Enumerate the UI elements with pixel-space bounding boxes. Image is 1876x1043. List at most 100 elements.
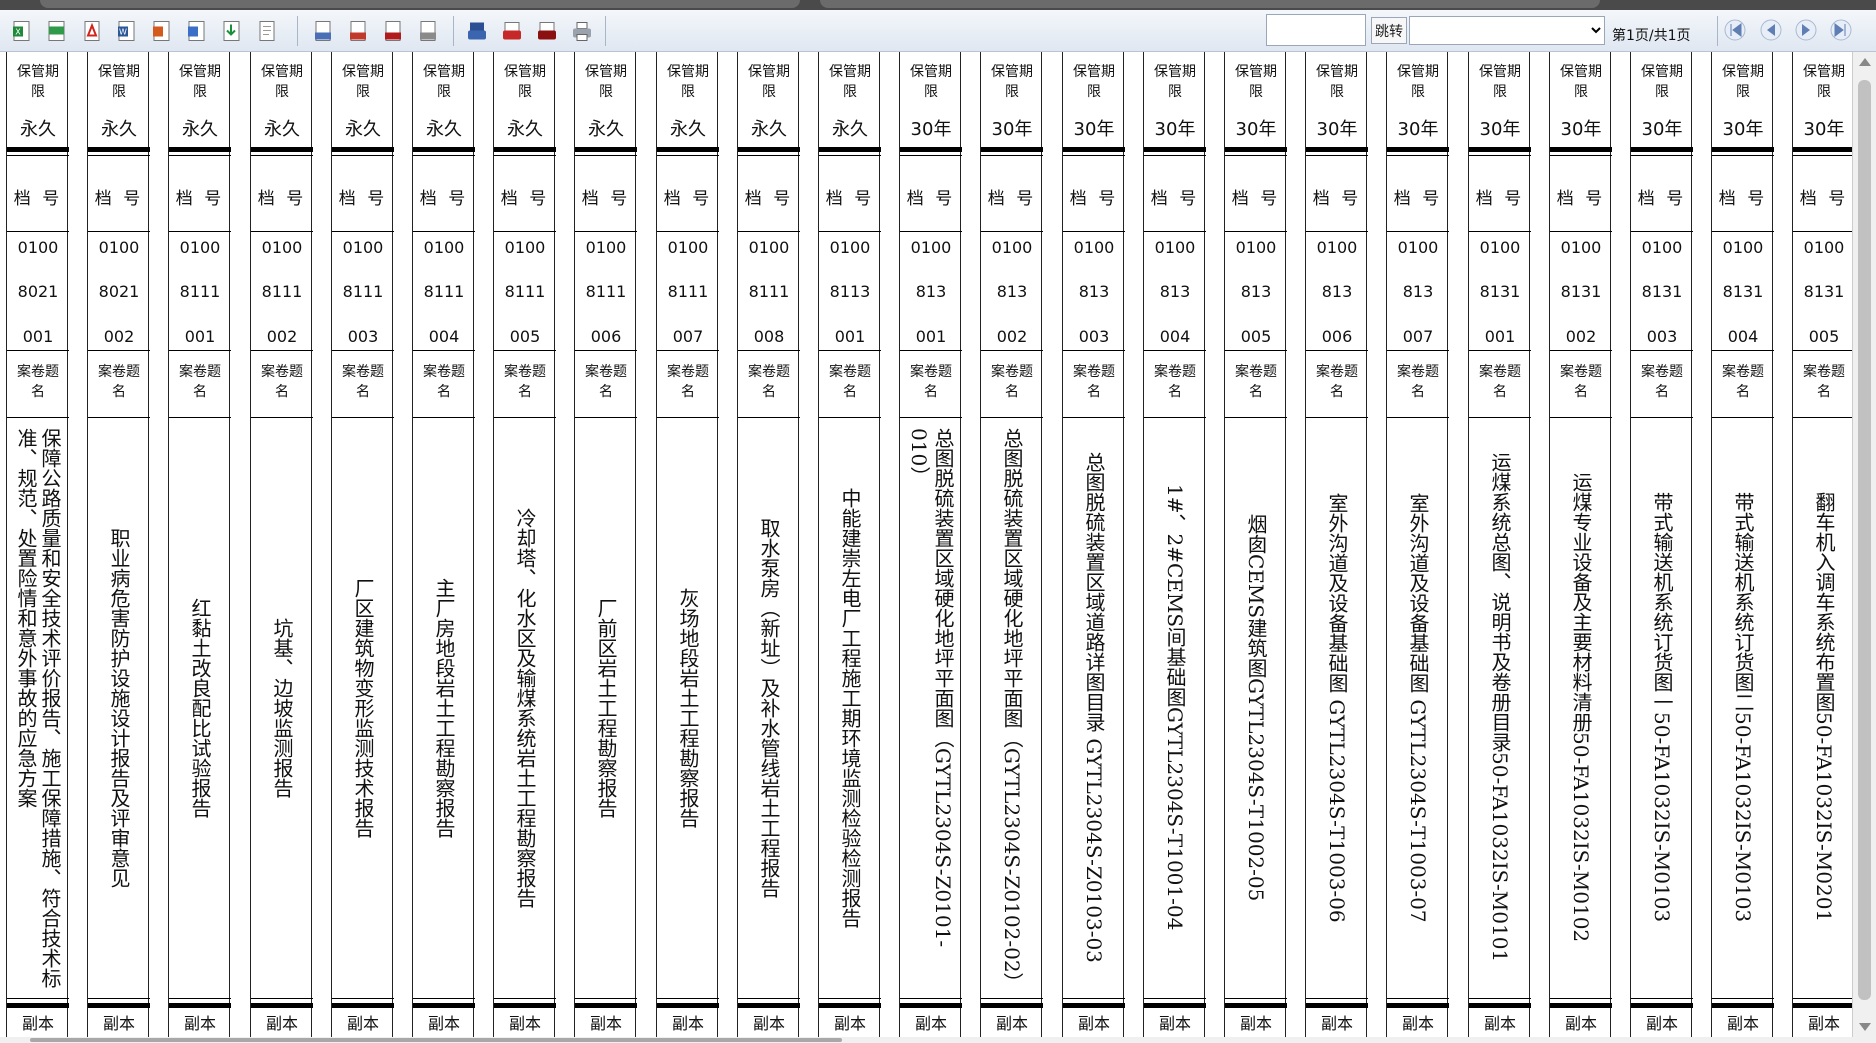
title-text-box: 室外沟道及设备基础图 GYTL2304S-T1003-07 xyxy=(1387,420,1449,995)
divider-thin xyxy=(1387,998,1449,999)
word-icon[interactable]: W xyxy=(113,16,141,46)
file-number-part-3: 007 xyxy=(1402,327,1434,346)
file-number-header: 档 号 xyxy=(1393,189,1443,209)
scroll-up-icon[interactable] xyxy=(1859,58,1871,66)
title-header: 案卷题名 xyxy=(261,364,303,400)
archive-spine-label: 保管期限 30年档 号 0100 813 004 案卷题名 1#、2#CEMS间基础图GYT… xyxy=(1143,52,1206,1037)
divider-thin xyxy=(1387,350,1449,351)
first-page-icon[interactable] xyxy=(1724,19,1746,41)
print-pdf-dark-icon[interactable] xyxy=(533,16,561,46)
pdf-icon[interactable] xyxy=(78,16,106,46)
file-number-header: 档 号 xyxy=(1799,189,1849,209)
outlook-icon[interactable] xyxy=(183,16,211,46)
print-text-icon[interactable] xyxy=(414,16,442,46)
divider-thin xyxy=(1306,998,1368,999)
page-select[interactable] xyxy=(1409,16,1605,45)
retention-value: 永久 xyxy=(426,119,462,140)
prev-page-icon[interactable] xyxy=(1760,19,1782,41)
divider-thin xyxy=(251,350,313,351)
title-text-box: 1#、2#CEMS间基础图GYTL2304S-T1001-04 xyxy=(1144,420,1206,995)
title-text-box: 运煤专业设备及主要材料清册50-FA1032IS-M0102 xyxy=(1550,420,1612,995)
divider-thick xyxy=(251,1003,313,1008)
next-page-icon[interactable] xyxy=(1795,19,1817,41)
divider-thick xyxy=(1306,147,1368,152)
divider-thin xyxy=(332,998,394,999)
title-text-box: 带式输送机系统订货图一50-FA1032IS-M0103 xyxy=(1631,420,1693,995)
divider-thick xyxy=(7,1003,69,1008)
excel-alt-icon[interactable] xyxy=(43,16,71,46)
divider-thick xyxy=(1469,147,1531,152)
download-icon[interactable] xyxy=(218,16,246,46)
divider-thin xyxy=(981,155,1043,156)
printer-icon[interactable] xyxy=(568,16,596,46)
print-pdf-preview-icon[interactable] xyxy=(344,16,372,46)
print-pdf-red-icon[interactable] xyxy=(498,16,526,46)
retention-header: 保管期限 xyxy=(423,64,465,100)
scroll-down-icon[interactable] xyxy=(1859,1023,1871,1031)
divider-thin xyxy=(738,350,800,351)
divider-thin xyxy=(169,350,231,351)
volume-title: 1#、2#CEMS间基础图GYTL2304S-T1001-04 xyxy=(1163,484,1187,931)
retention-header: 保管期限 xyxy=(1479,64,1521,100)
last-page-icon[interactable] xyxy=(1830,19,1852,41)
file-number-part-2: 813 xyxy=(915,282,947,301)
title-text-box: 灰场地段岩土工程勘察报告 xyxy=(657,420,719,995)
divider-thin xyxy=(88,155,150,156)
print-pdf-icon[interactable] xyxy=(379,16,407,46)
divider-thin xyxy=(657,998,719,999)
title-header: 案卷题名 xyxy=(1641,364,1683,400)
divider-thin xyxy=(1631,350,1693,351)
archive-spine-label: 保管期限 永久档 号 0100 8021 001 案卷题名 保障公路质量和安全技术评价报告、… xyxy=(6,52,69,1037)
file-number-part-2: 8111 xyxy=(585,282,627,301)
copy-label: 副本 xyxy=(833,1014,866,1033)
divider-thin xyxy=(1225,350,1287,351)
title-header: 案卷题名 xyxy=(179,364,221,400)
divider-thin xyxy=(981,998,1043,999)
divider-thin xyxy=(575,155,637,156)
browser-tab-left[interactable] xyxy=(40,0,800,8)
volume-title: 灰场地段岩土工程勘察报告 xyxy=(676,587,700,828)
title-text-box: 取水泵房（新址）及补水管线岩土工程报告 xyxy=(738,420,800,995)
divider-thin xyxy=(251,231,313,232)
file-number-header: 档 号 xyxy=(1312,189,1362,209)
file-number-header: 档 号 xyxy=(581,189,631,209)
divider-thick xyxy=(1144,1003,1206,1008)
divider-thin xyxy=(1793,417,1852,418)
page-status: 第1页/共1页 xyxy=(1612,28,1691,44)
retention-value: 30年 xyxy=(1803,119,1845,140)
divider-thin xyxy=(1550,998,1612,999)
retention-header: 保管期限 xyxy=(1560,64,1602,100)
text-icon[interactable] xyxy=(253,16,281,46)
divider-thin xyxy=(1631,998,1693,999)
divider-thin xyxy=(738,417,800,418)
copy-label: 副本 xyxy=(346,1014,379,1033)
file-number-part-3: 003 xyxy=(1078,327,1110,346)
archive-spine-label: 保管期限 永久档 号 0100 8111 005 案卷题名 冷却塔、化水区及输煤系统岩土工程… xyxy=(493,52,556,1037)
copy-label: 副本 xyxy=(508,1014,541,1033)
copy-label: 副本 xyxy=(1726,1014,1759,1033)
divider-thick xyxy=(1631,1003,1693,1008)
divider-thin xyxy=(494,350,556,351)
direct-print-icon[interactable] xyxy=(463,16,491,46)
report-canvas: 保管期限 永久档 号 0100 8021 001 案卷题名 保障公路质量和安全技术评价报告、… xyxy=(0,52,1852,1037)
browser-tab-right[interactable] xyxy=(820,0,1600,8)
excel-icon[interactable]: X xyxy=(8,16,36,46)
horizontal-scroll-thumb[interactable] xyxy=(30,1038,842,1042)
horizontal-scrollbar[interactable] xyxy=(0,1037,1876,1043)
page-number-input[interactable] xyxy=(1266,14,1366,46)
volume-title: 总图脱硫装置区域硬化地坪平面图（GYTL2304S-Z0102-02） xyxy=(1000,427,1024,993)
divider-thin xyxy=(88,417,150,418)
divider-thin xyxy=(1063,417,1125,418)
file-number-part-3: 002 xyxy=(103,327,135,346)
vertical-scroll-thumb[interactable] xyxy=(1858,80,1871,1000)
retention-header: 保管期限 xyxy=(1154,64,1196,100)
ppt-icon[interactable] xyxy=(148,16,176,46)
file-number-part-2: 8131 xyxy=(1560,282,1602,301)
print-preview-icon[interactable] xyxy=(309,16,337,46)
divider-thin xyxy=(575,417,637,418)
vertical-scrollbar[interactable] xyxy=(1852,52,1876,1037)
jump-button[interactable]: 跳转 xyxy=(1371,17,1407,44)
title-header: 案卷题名 xyxy=(1073,364,1115,400)
retention-header: 保管期限 xyxy=(1316,64,1358,100)
divider-thin xyxy=(575,998,637,999)
